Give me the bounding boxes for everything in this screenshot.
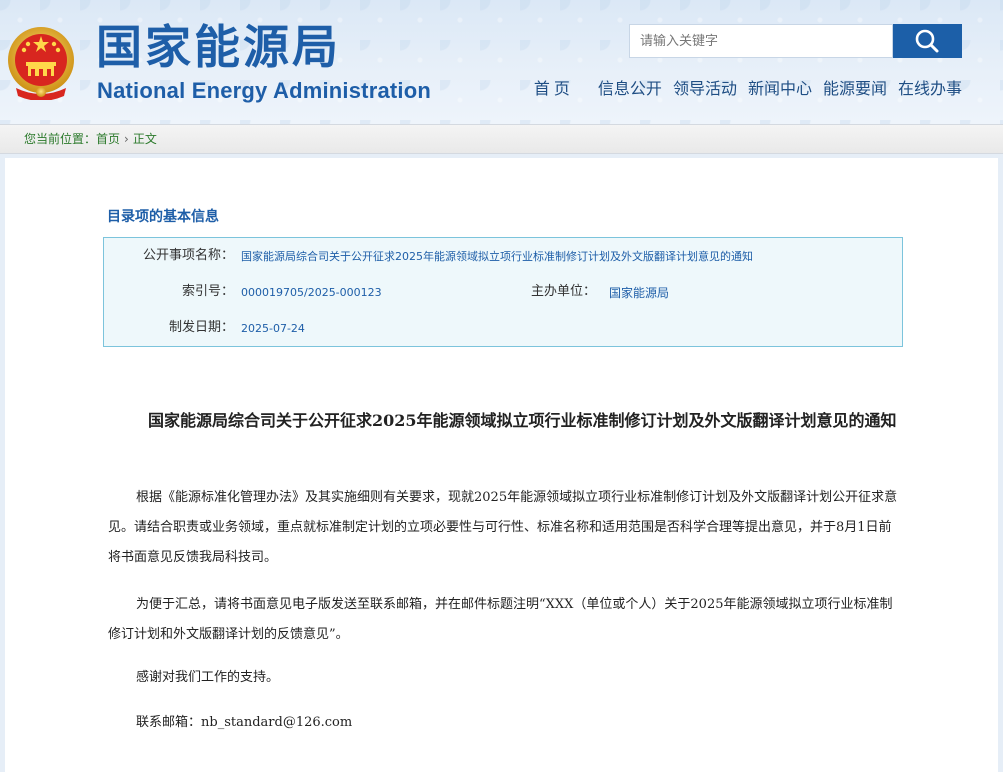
org-label: 主办单位： (530, 284, 596, 299)
search-icon (915, 29, 939, 53)
breadcrumb-separator: › (124, 132, 129, 146)
nav-online-services[interactable]: 在线办事 (898, 78, 962, 100)
breadcrumb: 您当前位置：首页 › 正文 (24, 131, 157, 147)
breadcrumb-bar: 您当前位置：首页 › 正文 (0, 124, 1003, 154)
date-value: 2025-07-24 (241, 322, 305, 335)
info-section-heading: 目录项的基本信息 (107, 209, 219, 225)
search-button[interactable] (893, 24, 962, 58)
breadcrumb-home-link[interactable]: 首页 (96, 132, 120, 146)
name-value: 国家能源局综合司关于公开征求2025年能源领域拟立项行业标准制修订计划及外文版翻… (241, 250, 753, 263)
date-label: 制发日期： (168, 320, 234, 335)
site-title-english: National Energy Administration (97, 78, 432, 103)
search-input[interactable] (629, 24, 893, 58)
catalog-info-box: 公开事项名称： 国家能源局综合司关于公开征求2025年能源领域拟立项行业标准制修… (103, 237, 903, 347)
breadcrumb-current: 正文 (132, 132, 157, 146)
breadcrumb-prefix: 您当前位置： (24, 132, 97, 146)
main-nav: 首页 信息公开 领导活动 新闻中心 能源要闻 在线办事 (523, 78, 962, 100)
index-value: 000019705/2025-000123 (241, 286, 382, 299)
main-content: 目录项的基本信息 公开事项名称： 国家能源局综合司关于公开征求2025年能源领域… (5, 158, 998, 772)
nav-leadership[interactable]: 领导活动 (673, 78, 737, 100)
org-value: 国家能源局 (609, 286, 670, 300)
article-paragraph: 感谢对我们工作的支持。 (136, 670, 280, 685)
nav-home[interactable]: 首页 (534, 78, 574, 100)
article-title: 国家能源局综合司关于公开征求2025年能源领域拟立项行业标准制修订计划及外文版翻… (148, 411, 897, 430)
article-paragraph: 为便于汇总，请将书面意见电子版发送至联系邮箱，并在邮件标题注明“XXX（单位或个… (108, 597, 893, 642)
nav-energy-news[interactable]: 能源要闻 (823, 78, 887, 100)
contact-email: 联系邮箱：nb_standard@126.com (136, 715, 353, 730)
site-header: 国家能源局 National Energy Administration 首页 … (0, 0, 1003, 124)
nav-news-center[interactable]: 新闻中心 (748, 78, 812, 100)
site-title-chinese: 国家能源局 (96, 20, 341, 74)
article-paragraph: 根据《能源标准化管理办法》及其实施细则有关要求，现就2025年能源领域拟立项行业… (108, 490, 898, 565)
nav-info-disclosure[interactable]: 信息公开 (598, 78, 662, 100)
national-emblem-icon (8, 27, 74, 100)
name-label: 公开事项名称： (142, 248, 234, 263)
index-label: 索引号： (181, 284, 234, 299)
